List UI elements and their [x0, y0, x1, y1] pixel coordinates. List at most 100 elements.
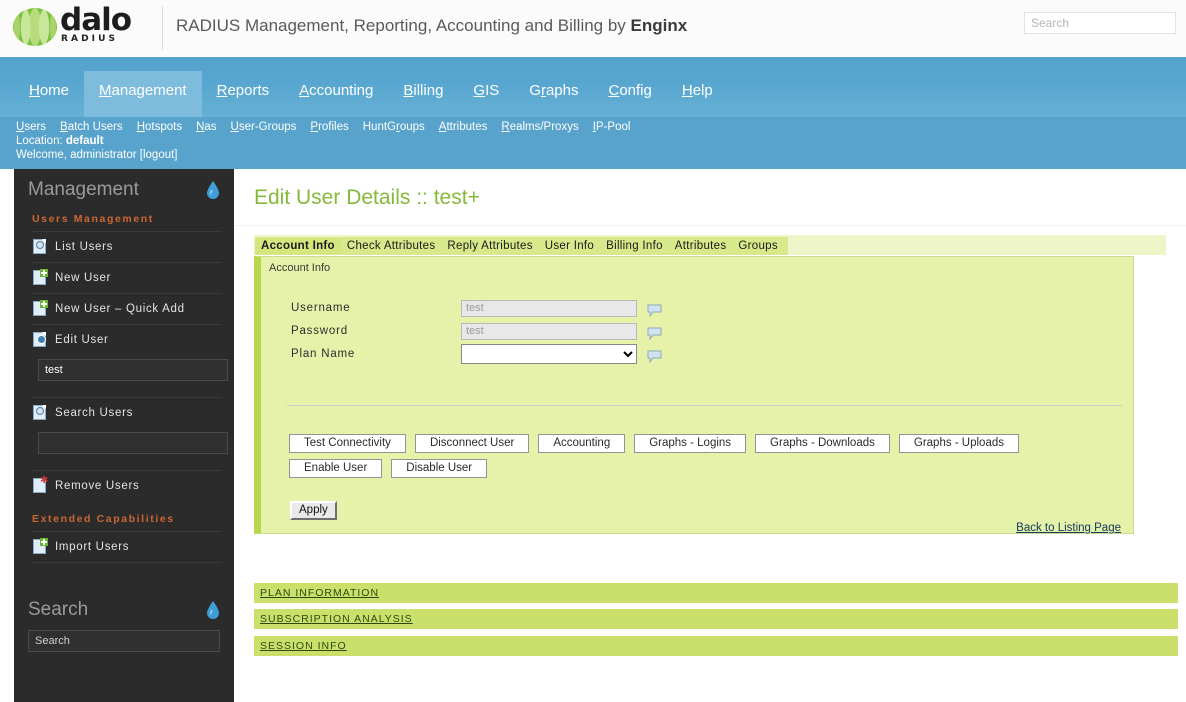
subnav-users[interactable]: Users — [16, 121, 46, 133]
nav-tab-graphs[interactable]: Graphs — [514, 71, 593, 117]
subnav-hotspots[interactable]: Hotspots — [137, 121, 182, 133]
form-row-plan-name: Plan Name — [291, 343, 662, 365]
nav-tab-accounting[interactable]: Accounting — [284, 71, 388, 117]
globe-logo-icon — [13, 8, 57, 46]
tab-billing-info[interactable]: Billing Info — [600, 238, 669, 254]
location-value: default — [65, 135, 104, 147]
panel-separator — [287, 405, 1122, 406]
username-help-icon[interactable] — [647, 302, 662, 317]
accounting-button[interactable]: Accounting — [538, 434, 626, 453]
sidebar-item-label: Remove Users — [55, 480, 140, 492]
new-user-quick-add-icon — [32, 300, 48, 317]
subnav-huntgroups[interactable]: HuntGroups — [363, 121, 425, 133]
tab-account-info[interactable]: Account Info — [255, 238, 341, 254]
sidebar-search-header: Search — [28, 599, 234, 621]
sidebar-section-extended-capabilities: Extended Capabilities — [32, 513, 175, 525]
remove-users-icon: ✱ — [32, 476, 48, 494]
sidebar-item-label: New User — [55, 272, 112, 284]
graphs-logins-button[interactable]: Graphs - Logins — [634, 434, 747, 453]
sidebar-search-input[interactable] — [28, 630, 220, 652]
main-nav-items: Home Management Reports Accounting Billi… — [14, 71, 728, 117]
nav-tab-gis[interactable]: GIS — [458, 71, 514, 117]
header-search-input[interactable] — [1024, 12, 1176, 34]
sidebar-item-label: List Users — [55, 241, 114, 253]
subnav-attributes[interactable]: Attributes — [439, 121, 488, 133]
plan-name-select[interactable] — [461, 344, 637, 364]
sidebar-item-import-users[interactable]: Import Users — [32, 531, 222, 562]
sidebar-item-remove-users[interactable]: ✱ Remove Users — [32, 470, 222, 501]
sidebar-search-title: Search — [28, 599, 89, 620]
nav-tab-reports[interactable]: Reports — [202, 71, 285, 117]
form-row-password: Password — [291, 320, 662, 342]
accordion-label: SUBSCRIPTION ANALYSIS — [260, 613, 413, 625]
subnav-ip-pool[interactable]: IP-Pool — [593, 121, 631, 133]
edit-user-input[interactable] — [38, 359, 228, 381]
page-header: dalo RADIUS RADIUS Management, Reporting… — [0, 0, 1186, 58]
tab-attributes[interactable]: Attributes — [669, 238, 733, 254]
sidebar-item-search-users[interactable]: Search Users — [32, 397, 222, 428]
logo-dalo-text: dalo — [60, 2, 132, 38]
nav-tab-help[interactable]: Help — [667, 71, 728, 117]
sidebar-title-text: Management — [28, 179, 139, 200]
action-buttons-row-2: Enable User Disable User — [289, 459, 488, 478]
accordion-label: PLAN INFORMATION — [260, 587, 380, 599]
sidebar-divider — [32, 562, 222, 577]
subnav-user-groups[interactable]: User-Groups — [231, 121, 297, 133]
title-separator — [234, 225, 1186, 226]
password-input[interactable] — [461, 322, 637, 340]
subnav-realms-proxys[interactable]: Realms/Proxys — [501, 121, 578, 133]
sidebar-item-new-user[interactable]: New User — [32, 262, 222, 293]
search-users-input[interactable] — [38, 432, 228, 454]
apply-button[interactable]: Apply — [290, 501, 337, 520]
nav-tab-home[interactable]: Home — [14, 71, 84, 117]
enable-user-button[interactable]: Enable User — [289, 459, 383, 478]
nav-tab-config[interactable]: Config — [593, 71, 666, 117]
tab-bar: Account Info Check Attributes Reply Attr… — [255, 237, 788, 255]
water-drop-icon-2 — [207, 601, 219, 619]
page-title: Edit User Details :: test+ — [254, 186, 480, 209]
app-window: dalo RADIUS RADIUS Management, Reporting… — [0, 0, 1186, 702]
tab-check-attributes[interactable]: Check Attributes — [341, 238, 442, 254]
main-navigation: Home Management Reports Accounting Billi… — [0, 57, 1186, 117]
password-help-icon[interactable] — [647, 325, 662, 340]
subnav-nas[interactable]: Nas — [196, 121, 216, 133]
graphs-uploads-button[interactable]: Graphs - Uploads — [898, 434, 1019, 453]
header-divider — [162, 6, 163, 50]
page-title-banner: RADIUS Management, Reporting, Accounting… — [176, 16, 687, 36]
banner-text: RADIUS Management, Reporting, Accounting… — [176, 16, 631, 35]
plan-name-help-icon[interactable] — [647, 348, 662, 363]
water-drop-icon — [207, 181, 219, 199]
search-users-icon — [32, 405, 48, 421]
location-indicator: Location: default — [16, 135, 104, 147]
back-to-listing-link[interactable]: Back to Listing Page — [1016, 522, 1121, 534]
sidebar-item-label: Edit User — [55, 334, 109, 346]
location-label: Location: — [16, 135, 66, 147]
disable-user-button[interactable]: Disable User — [391, 459, 488, 478]
banner-brand: Enginx — [630, 16, 688, 35]
dalo-radius-logo[interactable]: dalo RADIUS — [12, 4, 157, 50]
username-input[interactable] — [461, 299, 637, 317]
accordion-session-info[interactable]: SESSION INFO — [254, 636, 1178, 656]
subnav-profiles[interactable]: Profiles — [310, 121, 348, 133]
welcome-text[interactable]: Welcome, administrator [logout] — [16, 149, 178, 161]
tab-reply-attributes[interactable]: Reply Attributes — [441, 238, 538, 254]
disconnect-user-button[interactable]: Disconnect User — [414, 434, 530, 453]
panel-legend: Account Info — [269, 262, 331, 274]
plan-name-label: Plan Name — [291, 348, 356, 360]
tab-groups[interactable]: Groups — [732, 238, 784, 254]
accordion-subscription-analysis[interactable]: SUBSCRIPTION ANALYSIS — [254, 609, 1178, 629]
test-connectivity-button[interactable]: Test Connectivity — [289, 434, 406, 453]
graphs-downloads-button[interactable]: Graphs - Downloads — [755, 434, 890, 453]
password-label: Password — [291, 325, 348, 337]
tab-user-info[interactable]: User Info — [539, 238, 600, 254]
sidebar-item-list-users[interactable]: List Users — [32, 231, 222, 262]
nav-tab-management[interactable]: Management — [84, 71, 202, 117]
sidebar-item-edit-user[interactable]: Edit User — [32, 324, 222, 355]
sidebar-item-new-user-quick-add[interactable]: New User – Quick Add — [32, 293, 222, 324]
subnav-batch-users[interactable]: Batch Users — [60, 121, 123, 133]
logo-wordmark: dalo RADIUS — [60, 4, 160, 50]
nav-tab-billing[interactable]: Billing — [388, 71, 458, 117]
accordion-plan-information[interactable]: PLAN INFORMATION — [254, 583, 1178, 603]
import-users-icon — [32, 538, 48, 555]
account-info-panel: Account Info Username Password — [254, 256, 1134, 534]
